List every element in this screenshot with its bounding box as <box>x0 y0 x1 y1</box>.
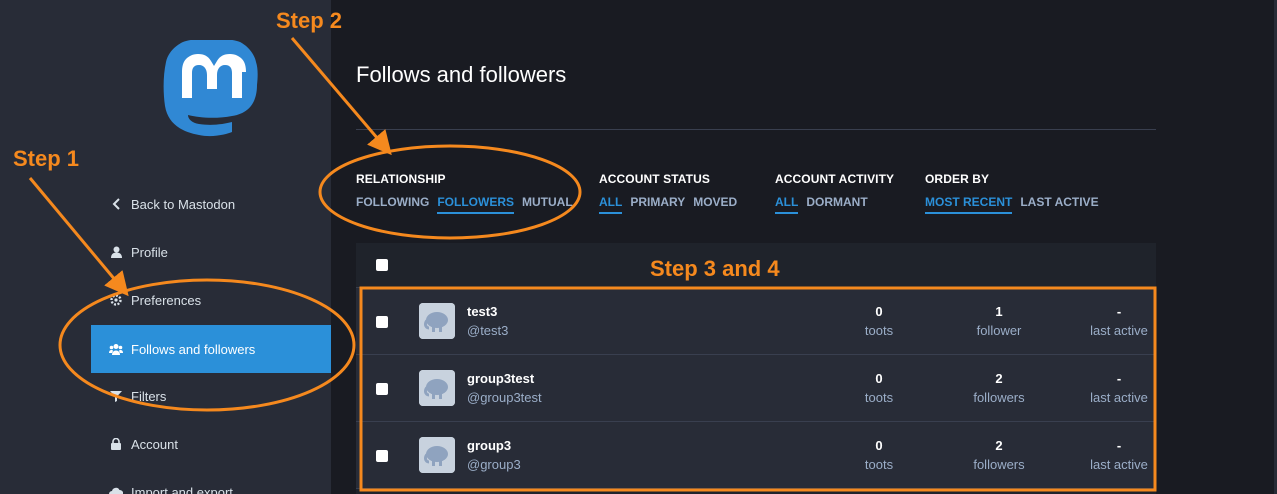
followers-count: 2 <box>995 438 1003 453</box>
filter-order-by: ORDER BY MOST RECENT LAST ACTIVE <box>925 172 1099 214</box>
table-row: test3 @test3 0 toots 1 follower - last a… <box>356 288 1156 355</box>
step2-label: Step 2 <box>276 8 343 33</box>
sidebar-item-profile[interactable]: Profile <box>91 228 331 276</box>
sidebar-item-label: Preferences <box>131 292 202 308</box>
step3-label: Step 3 and 4 <box>650 256 780 281</box>
last-active-label: last active <box>1090 390 1148 405</box>
main-content: Follows and followers RELATIONSHIP FOLLO… <box>331 0 1277 494</box>
users-icon <box>109 342 123 356</box>
filter-option-all[interactable]: ALL <box>775 195 799 214</box>
display-name[interactable]: test3 <box>467 304 508 319</box>
filter-option-followers[interactable]: FOLLOWERS <box>437 195 514 214</box>
cloud-icon <box>109 485 123 494</box>
toots-count: 0 <box>875 304 883 319</box>
step1-label: Step 1 <box>13 146 80 171</box>
username: @group3test <box>467 390 542 405</box>
table-row: group3 @group3 0 toots 2 followers - las… <box>356 422 1156 489</box>
sidebar-item-follows-and-followers[interactable]: Follows and followers <box>91 325 331 373</box>
last-active-value: - <box>1116 438 1122 453</box>
toots-label: toots <box>864 457 894 472</box>
last-active-stat: - last active <box>1069 371 1169 405</box>
sidebar-item-preferences[interactable]: Preferences <box>91 276 331 324</box>
last-active-value: - <box>1116 304 1122 319</box>
toots-label: toots <box>864 390 894 405</box>
sidebar-item-back[interactable]: Back to Mastodon <box>91 180 331 228</box>
filter-option-primary[interactable]: PRIMARY <box>630 195 685 214</box>
table-row: group3test @group3test 0 toots 2 followe… <box>356 355 1156 422</box>
page-title: Follows and followers <box>356 62 567 87</box>
filter-option-dormant[interactable]: DORMANT <box>806 195 867 214</box>
filter-account-activity: ACCOUNT ACTIVITY ALL DORMANT <box>775 172 894 214</box>
followers-count: 2 <box>995 371 1003 386</box>
toots-stat: 0 toots <box>829 438 929 472</box>
mastodon-logo-icon[interactable] <box>163 40 259 142</box>
followers-label: followers <box>973 390 1025 405</box>
divider <box>356 129 1156 130</box>
lock-icon <box>109 437 123 451</box>
followers-stat: 2 followers <box>949 371 1049 405</box>
username: @group3 <box>467 457 521 472</box>
sidebar-item-account[interactable]: Account <box>91 420 331 468</box>
sidebar-item-label: Follows and followers <box>131 341 256 357</box>
filter-option-following[interactable]: FOLLOWING <box>356 195 429 214</box>
last-active-stat: - last active <box>1069 304 1169 338</box>
filter-option-most-recent[interactable]: MOST RECENT <box>925 195 1013 214</box>
username: @test3 <box>467 323 509 338</box>
default-avatar-icon <box>419 370 455 406</box>
followers-label: followers <box>973 457 1025 472</box>
filter-icon <box>109 389 123 403</box>
toots-stat: 0 toots <box>829 371 929 405</box>
filter-option-last-active[interactable]: LAST ACTIVE <box>1020 195 1098 214</box>
followers-label: follower <box>976 323 1022 338</box>
sidebar-item-label: Import and export <box>131 484 233 494</box>
toots-count: 0 <box>875 371 883 386</box>
last-active-label: last active <box>1090 457 1148 472</box>
followers-stat: 1 follower <box>949 304 1049 338</box>
toots-stat: 0 toots <box>829 304 929 338</box>
avatar[interactable] <box>419 370 455 406</box>
sidebar: Back to Mastodon Profile Preferences Fol… <box>0 0 331 494</box>
filter-heading: ORDER BY <box>925 172 990 186</box>
followers-stat: 2 followers <box>949 438 1049 472</box>
filter-option-moved[interactable]: MOVED <box>693 195 737 214</box>
display-name[interactable]: group3test <box>467 371 542 386</box>
filter-account-status: ACCOUNT STATUS ALL PRIMARY MOVED <box>599 172 737 214</box>
sidebar-item-label: Back to Mastodon <box>131 196 236 212</box>
chevron-left-icon <box>109 197 123 211</box>
default-avatar-icon <box>419 303 455 339</box>
last-active-label: last active <box>1090 323 1148 338</box>
sidebar-item-label: Profile <box>131 244 168 260</box>
avatar[interactable] <box>419 437 455 473</box>
cog-icon <box>109 293 123 307</box>
row-checkbox[interactable] <box>376 383 388 395</box>
toots-label: toots <box>864 323 894 338</box>
filter-heading: ACCOUNT STATUS <box>599 172 710 186</box>
sidebar-item-label: Filters <box>131 388 167 404</box>
sidebar-item-label: Account <box>131 436 178 452</box>
filter-option-all[interactable]: ALL <box>599 195 623 214</box>
display-name[interactable]: group3 <box>467 438 521 453</box>
last-active-stat: - last active <box>1069 438 1169 472</box>
toots-count: 0 <box>875 438 883 453</box>
row-checkbox[interactable] <box>376 450 388 462</box>
sidebar-item-import-export[interactable]: Import and export <box>91 468 331 494</box>
filter-option-mutual[interactable]: MUTUAL <box>522 195 573 214</box>
select-all-checkbox[interactable] <box>376 259 388 271</box>
row-checkbox[interactable] <box>376 316 388 328</box>
filter-heading: ACCOUNT ACTIVITY <box>775 172 895 186</box>
default-avatar-icon <box>419 437 455 473</box>
avatar[interactable] <box>419 303 455 339</box>
followers-count: 1 <box>995 304 1003 319</box>
filter-heading: RELATIONSHIP <box>356 172 446 186</box>
last-active-value: - <box>1116 371 1122 386</box>
filter-relationship: RELATIONSHIP FOLLOWING FOLLOWERS MUTUAL <box>356 172 573 214</box>
sidebar-item-filters[interactable]: Filters <box>91 372 331 420</box>
user-icon <box>109 245 123 259</box>
